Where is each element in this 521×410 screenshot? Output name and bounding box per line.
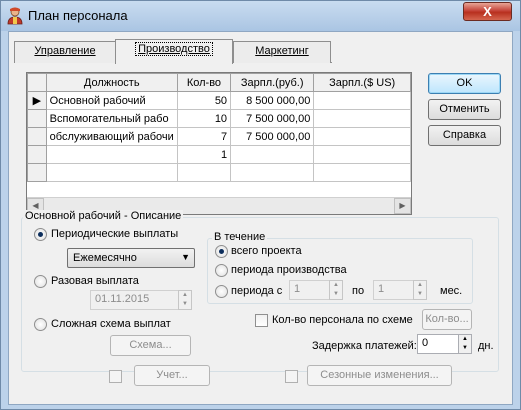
cell-position[interactable]: Основной рабочий — [45, 91, 178, 110]
cell-salary-usd[interactable] — [313, 109, 411, 128]
cell-salary-rub[interactable] — [230, 163, 315, 182]
tab-production[interactable]: Производство — [115, 39, 233, 64]
period-from-field[interactable]: 1 — [289, 280, 330, 300]
tab-management[interactable]: Управление — [14, 41, 116, 63]
cell-qty[interactable] — [176, 163, 232, 182]
dialog-window: План персонала X Управление Производство… — [0, 0, 521, 410]
staff-by-scheme-checkbox[interactable] — [255, 314, 268, 327]
scheme-button[interactable]: Схема... — [110, 335, 191, 356]
tab-management-label: Управление — [34, 45, 96, 57]
whole-project-radio[interactable] — [215, 245, 228, 258]
cell-salary-rub[interactable]: 7 500 000,00 — [230, 127, 315, 146]
staff-grid[interactable]: Должность Кол-во Зарпл.(руб.) Зарпл.($ U… — [26, 72, 412, 215]
days-unit-label: дн. — [478, 340, 494, 352]
cell-salary-rub[interactable] — [230, 145, 315, 164]
cell-qty[interactable]: 10 — [176, 109, 232, 128]
production-period-radio[interactable] — [215, 264, 228, 277]
period-from-label: периода с — [231, 285, 283, 297]
period-from-radio[interactable] — [215, 285, 228, 298]
complex-scheme-radio[interactable] — [34, 318, 47, 331]
period-to-label: по — [352, 285, 365, 297]
months-unit-label: мес. — [440, 285, 463, 297]
payment-delay-field[interactable]: 0 — [417, 334, 459, 354]
periodic-payments-radio[interactable] — [34, 228, 47, 241]
tab-production-label: Производство — [135, 42, 213, 56]
one-time-date-field[interactable]: 01.11.2015 — [90, 290, 179, 310]
column-header-salary-usd[interactable]: Зарпл.($ US) — [313, 73, 411, 92]
table-row[interactable]: обслуживающий рабочи 7 7 500 000,00 — [27, 127, 411, 146]
row-indicator — [27, 145, 47, 164]
cell-position[interactable]: Вспомогательный рабо — [45, 109, 178, 128]
qty-button[interactable]: Кол-во... — [422, 309, 472, 330]
cell-salary-usd[interactable] — [313, 163, 411, 182]
cell-position[interactable] — [45, 163, 178, 182]
whole-project-label: всего проекта — [231, 245, 302, 257]
grid-corner — [27, 73, 47, 92]
cell-salary-rub[interactable]: 7 500 000,00 — [230, 109, 315, 128]
dialog-client-area: Управление Производство Маркетинг Должно… — [8, 31, 513, 405]
row-indicator — [27, 127, 47, 146]
complex-scheme-label: Сложная схема выплат — [51, 318, 171, 330]
cell-salary-rub[interactable]: 8 500 000,00 — [230, 91, 315, 110]
period-to-field[interactable]: 1 — [373, 280, 414, 300]
seasonal-changes-button[interactable]: Сезонные изменения... — [307, 365, 452, 386]
date-spinner[interactable]: ▲ ▼ — [178, 290, 192, 310]
cell-salary-usd[interactable] — [313, 127, 411, 146]
tab-marketing[interactable]: Маркетинг — [233, 41, 331, 63]
tab-marketing-label: Маркетинг — [255, 45, 309, 57]
accounting-checkbox[interactable] — [109, 370, 122, 383]
cell-position[interactable] — [45, 145, 178, 164]
table-row[interactable]: Вспомогательный рабо 10 7 500 000,00 — [27, 109, 411, 128]
cell-qty[interactable]: 1 — [176, 145, 232, 164]
spin-up-icon[interactable]: ▲ — [414, 281, 426, 290]
table-row[interactable]: 1 — [27, 145, 411, 164]
production-period-label: периода производства — [231, 264, 347, 276]
cell-position[interactable]: обслуживающий рабочи — [45, 127, 178, 146]
window-title: План персонала — [28, 8, 128, 23]
cancel-button[interactable]: Отменить — [428, 99, 501, 120]
payment-delay-label: Задержка платежей: — [312, 340, 417, 352]
description-group-label: Основной рабочий - Описание — [23, 210, 184, 222]
help-button[interactable]: Справка — [428, 125, 501, 146]
chevron-down-icon: ▼ — [181, 252, 190, 262]
period-to-spinner[interactable]: ▲ ▼ — [413, 280, 427, 300]
staff-by-scheme-label: Кол-во персонала по схеме — [272, 314, 413, 326]
row-indicator — [27, 109, 47, 128]
spin-down-icon[interactable]: ▼ — [459, 344, 471, 353]
ok-button[interactable]: OK — [428, 73, 501, 94]
payment-delay-spinner[interactable]: ▲ ▼ — [458, 334, 472, 354]
column-header-qty[interactable]: Кол-во — [176, 73, 232, 92]
spin-up-icon[interactable]: ▲ — [459, 335, 471, 344]
cell-qty[interactable]: 50 — [176, 91, 232, 110]
spin-down-icon[interactable]: ▼ — [179, 300, 191, 309]
one-time-payment-radio[interactable] — [34, 275, 47, 288]
cell-qty[interactable]: 7 — [176, 127, 232, 146]
close-button[interactable]: X — [463, 2, 512, 21]
cell-salary-usd[interactable] — [313, 145, 411, 164]
table-row[interactable] — [27, 163, 411, 182]
current-row-arrow-icon: ▶ — [27, 91, 47, 110]
column-header-position[interactable]: Должность — [45, 73, 178, 92]
during-group-label: В течение — [212, 231, 268, 243]
spin-up-icon[interactable]: ▲ — [179, 291, 191, 300]
spin-up-icon[interactable]: ▲ — [330, 281, 342, 290]
one-time-payment-label: Разовая выплата — [51, 275, 139, 287]
spin-down-icon[interactable]: ▼ — [330, 290, 342, 299]
seasonal-checkbox[interactable] — [285, 370, 298, 383]
table-row[interactable]: ▶ Основной рабочий 50 8 500 000,00 — [27, 91, 411, 110]
cell-salary-usd[interactable] — [313, 91, 411, 110]
row-indicator — [27, 163, 47, 182]
spin-down-icon[interactable]: ▼ — [414, 290, 426, 299]
accounting-button[interactable]: Учет... — [134, 365, 210, 386]
column-header-salary-rub[interactable]: Зарпл.(руб.) — [230, 73, 315, 92]
periodic-payments-label: Периодические выплаты — [51, 228, 179, 240]
title-bar[interactable]: План персонала X — [1, 1, 520, 31]
periodic-frequency-select[interactable]: Ежемесячно ▼ — [67, 248, 195, 268]
periodic-frequency-value: Ежемесячно — [73, 252, 137, 264]
staff-person-icon — [7, 7, 23, 25]
scroll-right-icon[interactable]: ▶ — [394, 198, 411, 214]
period-from-spinner[interactable]: ▲ ▼ — [329, 280, 343, 300]
